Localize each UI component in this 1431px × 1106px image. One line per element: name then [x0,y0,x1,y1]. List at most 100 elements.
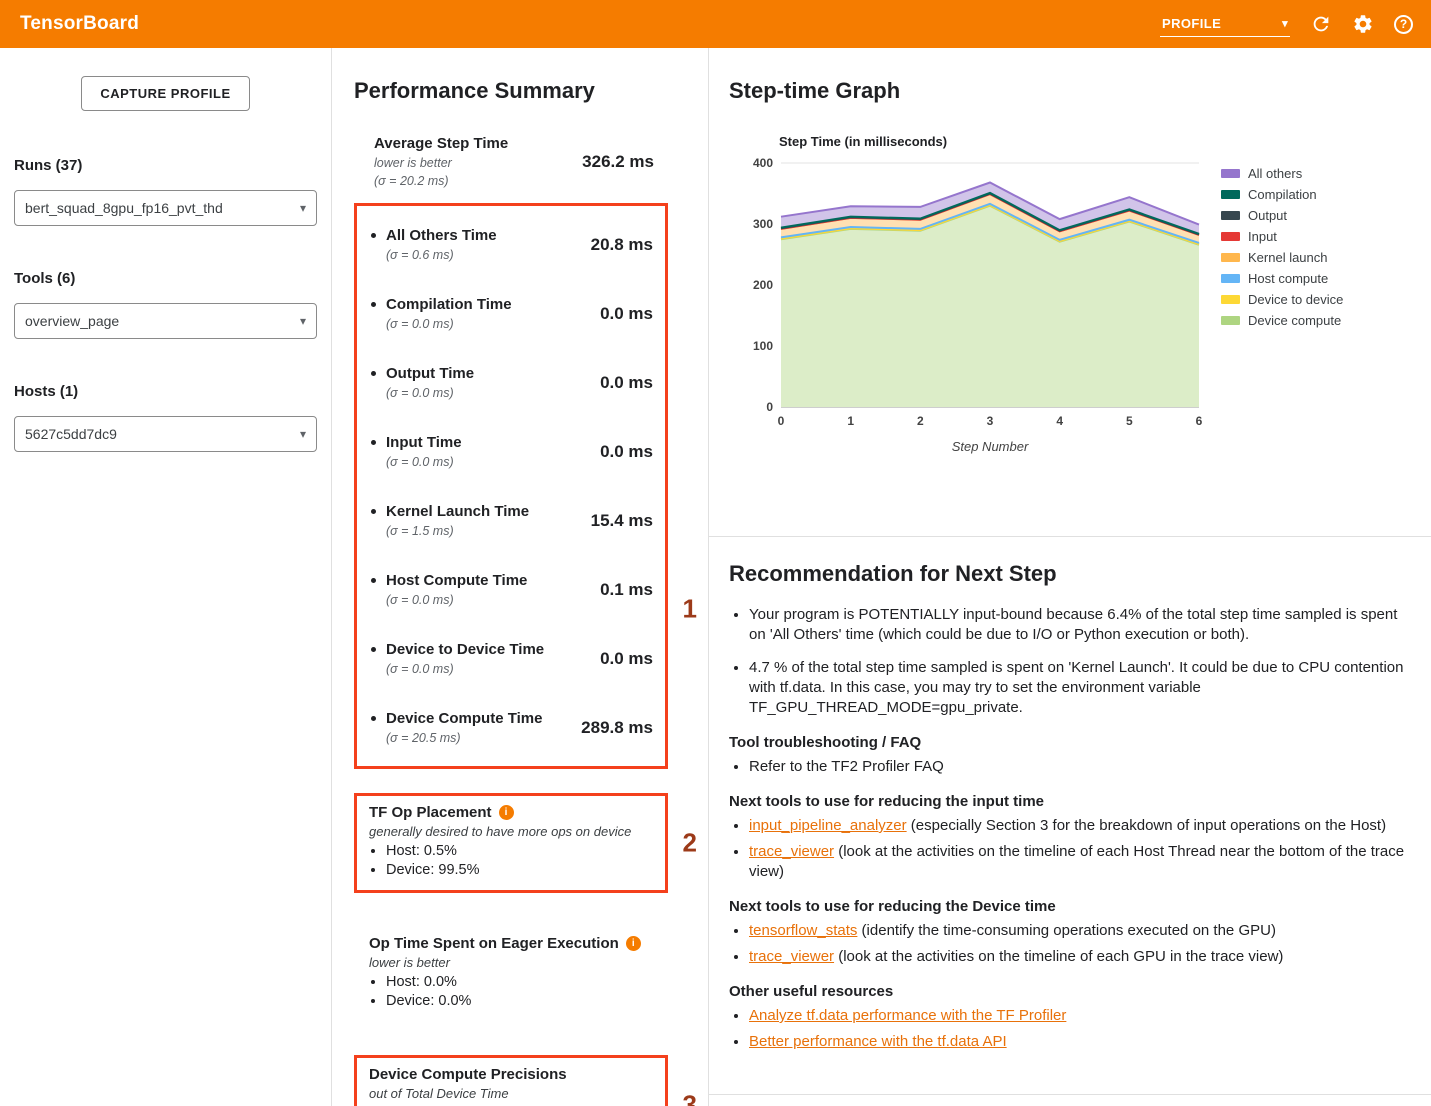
bullet-icon [371,509,376,514]
dashboard-selector[interactable]: PROFILE ▾ [1160,12,1290,37]
metric-row: All Others Time(σ = 0.6 ms)20.8 ms [369,210,653,279]
tensorflow-stats-link[interactable]: tensorflow_stats [749,922,857,939]
list-item: tensorflow_stats (identify the time-cons… [749,921,1407,941]
performance-summary-panel: Performance Summary Average Step Time lo… [331,48,709,1106]
legend-label: Device compute [1248,313,1341,328]
input-pipeline-analyzer-link[interactable]: input_pipeline_analyzer [749,817,907,834]
tfdata-api-link[interactable]: Better performance with the tf.data API [749,1033,1007,1050]
metric-note: lower is better [374,155,582,171]
recommendation-section: Recommendation for Next Step Your progra… [709,537,1431,1095]
bullet-icon [371,716,376,721]
tools-dropdown-value: overview_page [25,313,119,329]
metric-sigma: (σ = 0.0 ms) [386,316,512,332]
metric-sigma: (σ = 20.5 ms) [386,730,542,746]
step-time-graph-title: Step-time Graph [729,78,1407,104]
annotation-number-1: 1 [683,594,697,625]
bullet-icon [371,440,376,445]
recommendation-bullet: Your program is POTENTIALLY input-bound … [749,605,1407,645]
device-tools-header: Next tools to use for reducing the Devic… [729,898,1407,915]
settings-gear-icon[interactable] [1352,13,1374,35]
metric-row: Compilation Time (σ = 0.0 ms) 0.0 ms [369,279,653,348]
metric-sigma: (σ = 0.0 ms) [386,592,527,608]
metric-value: 15.4 ms [591,511,653,531]
metric-label: Device to Device Time [386,640,544,659]
chevron-down-icon: ▾ [300,427,306,441]
legend-item: Output [1221,205,1343,226]
faq-item: Refer to the TF2 Profiler FAQ [749,757,1407,777]
list-item: Analyze tf.data performance with the TF … [749,1006,1407,1026]
faq-header: Tool troubleshooting / FAQ [729,734,1407,751]
legend-item: Compilation [1221,184,1343,205]
runs-dropdown-value: bert_squad_8gpu_fp16_pvt_thd [25,200,223,216]
trace-viewer-link[interactable]: trace_viewer [749,948,834,965]
metric-sigma: (σ = 0.6 ms) [386,247,497,263]
metric-value: 0.1 ms [600,580,653,600]
capture-profile-button[interactable]: CAPTURE PROFILE [81,76,249,111]
dashboard-selector-value: PROFILE [1162,16,1221,31]
svg-text:300: 300 [753,217,773,231]
metric-label: Output Time [386,364,474,383]
tf-op-device-value: Device: 99.5% [386,861,653,880]
chevron-down-icon: ▾ [1282,17,1288,30]
metric-sigma: (σ = 1.5 ms) [386,523,529,539]
step-time-chart: 01002003004000123456Step Number [729,149,1209,459]
eager-host-value: Host: 0.0% [386,973,653,992]
legend-item: Device to device [1221,289,1343,310]
metric-value: 0.0 ms [600,442,653,462]
refresh-icon[interactable] [1310,13,1332,35]
runs-dropdown[interactable]: bert_squad_8gpu_fp16_pvt_thd ▾ [14,190,317,226]
list-item: trace_viewer (look at the activities on … [749,842,1407,882]
tf-op-placement-title: TF Op Placement [369,804,492,821]
svg-text:Step Number: Step Number [952,439,1029,454]
recommendation-bullet: 4.7 % of the total step time sampled is … [749,658,1407,718]
metric-row: Device to Device Time (σ = 0.0 ms) 0.0 ms [369,624,653,693]
legend-swatch-icon [1221,295,1240,304]
svg-text:0: 0 [778,414,785,428]
metric-value: 20.8 ms [591,235,653,255]
legend-swatch-icon [1221,190,1240,199]
tools-dropdown[interactable]: overview_page ▾ [14,303,317,339]
link-description: (identify the time-consuming operations … [857,922,1276,939]
sidebar: CAPTURE PROFILE Runs (37) bert_squad_8gp… [0,48,331,1106]
metric-sigma: (σ = 0.0 ms) [386,661,544,677]
annotation-box-3: Device Compute Precisions out of Total D… [354,1055,668,1106]
performance-summary-title: Performance Summary [354,78,708,104]
metric-value: 0.0 ms [600,649,653,669]
info-icon[interactable]: i [626,936,641,951]
list-item: Better performance with the tf.data API [749,1032,1407,1052]
metric-value: 0.0 ms [600,304,653,324]
metric-row: Kernel Launch Time(σ = 1.5 ms)15.4 ms [369,486,653,555]
help-icon[interactable]: ? [1394,15,1413,34]
chevron-down-icon: ▾ [300,314,306,328]
legend-item: Device compute [1221,310,1343,331]
legend-swatch-icon [1221,232,1240,241]
annotation-box-1: All Others Time(σ = 0.6 ms)20.8 ms Compi… [354,203,668,769]
average-step-time-row: Average Step Time lower is better (σ = 2… [354,134,668,189]
hosts-dropdown[interactable]: 5627c5dd7dc9 ▾ [14,416,317,452]
tf-op-placement-note: generally desired to have more ops on de… [369,824,653,839]
svg-text:4: 4 [1056,414,1063,428]
metric-row: Output Time(σ = 0.0 ms)0.0 ms [369,348,653,417]
legend-label: Compilation [1248,187,1317,202]
svg-text:1: 1 [847,414,854,428]
link-description: (look at the activities on the timeline … [749,843,1404,880]
header-actions: PROFILE ▾ ? [1160,12,1413,37]
eager-execution-title: Op Time Spent on Eager Execution [369,935,619,952]
info-icon[interactable]: i [499,805,514,820]
metric-value: 0.0 ms [600,373,653,393]
app-header: TensorBoard PROFILE ▾ ? [0,0,1431,48]
svg-text:2: 2 [917,414,924,428]
metric-row: Input Time(σ = 0.0 ms)0.0 ms [369,417,653,486]
list-item: trace_viewer (look at the activities on … [749,947,1407,967]
hosts-label: Hosts (1) [14,383,317,400]
trace-viewer-link[interactable]: trace_viewer [749,843,834,860]
bullet-icon [371,302,376,307]
metric-label: Average Step Time [374,134,582,153]
right-panel: Step-time Graph Step Time (in millisecon… [709,48,1431,1106]
metric-label: Compilation Time [386,295,512,314]
compute-precisions-note: out of Total Device Time [369,1086,653,1101]
legend-label: Kernel launch [1248,250,1328,265]
legend-item: Host compute [1221,268,1343,289]
tfdata-performance-link[interactable]: Analyze tf.data performance with the TF … [749,1007,1066,1024]
tf-op-host-value: Host: 0.5% [386,842,653,861]
